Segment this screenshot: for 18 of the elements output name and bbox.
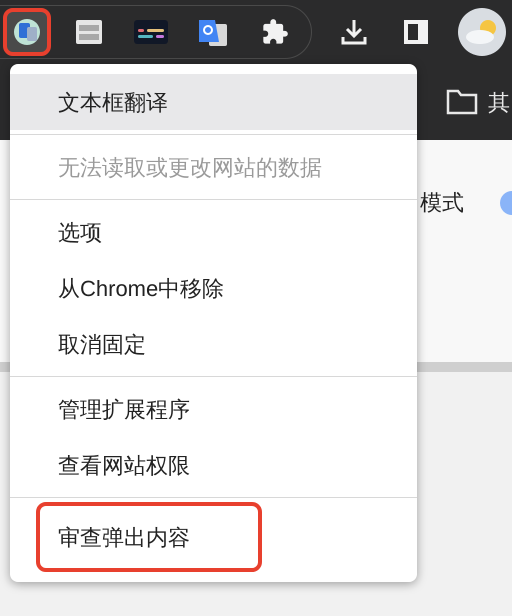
menu-item[interactable]: 管理扩展程序: [10, 381, 417, 437]
menu-item[interactable]: 选项: [10, 204, 417, 260]
menu-item[interactable]: 查看网站权限: [10, 437, 417, 493]
translator-icon: [12, 17, 42, 47]
extension-button[interactable]: [3, 8, 51, 56]
menu-item[interactable]: 取消固定: [10, 316, 417, 372]
profile-avatar[interactable]: [458, 8, 506, 56]
menu-item[interactable]: 从Chrome中移除: [10, 260, 417, 316]
menu-item[interactable]: 文本框翻译: [10, 74, 417, 130]
window-icon: [74, 17, 104, 47]
bookmark-folder-label: 其: [488, 88, 510, 116]
page-label: 模式: [420, 189, 464, 217]
puzzle-icon: [261, 18, 289, 46]
download-icon: [339, 17, 369, 47]
side-panel-icon: [402, 18, 430, 46]
code-icon: [134, 18, 168, 46]
menu-item[interactable]: 审查弹出内容: [36, 502, 262, 572]
folder-icon: [446, 89, 478, 115]
